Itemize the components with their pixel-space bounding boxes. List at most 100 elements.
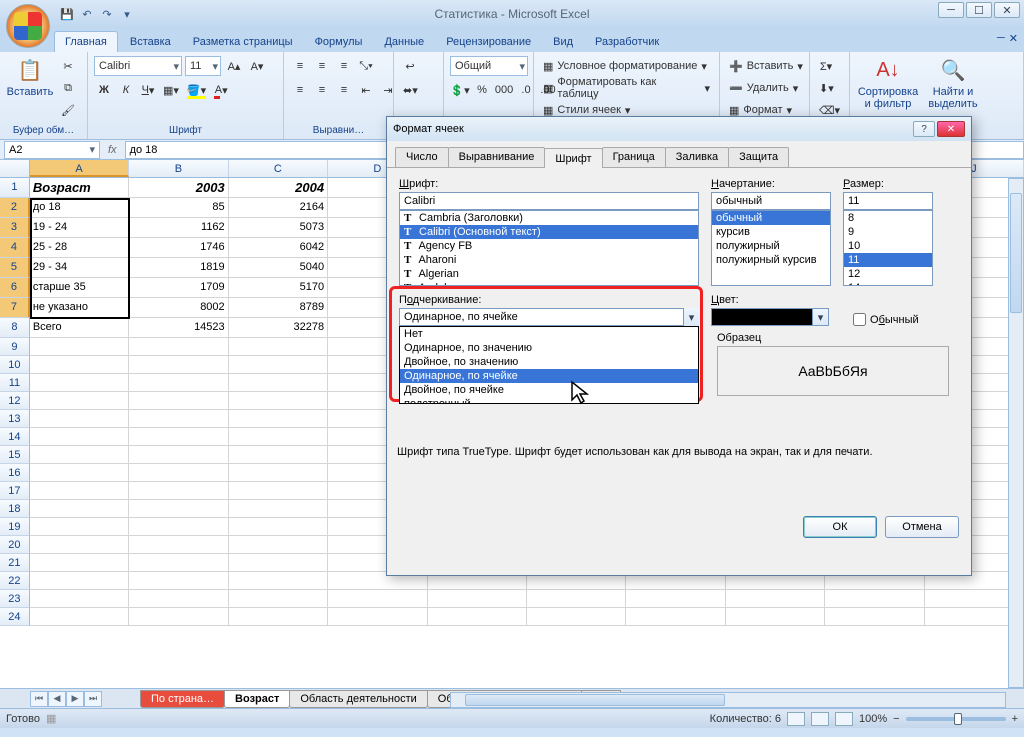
row-header[interactable]: 6 (0, 278, 30, 298)
cell[interactable] (30, 500, 129, 518)
cell[interactable] (129, 500, 228, 518)
cell[interactable] (30, 356, 129, 374)
row-header[interactable]: 8 (0, 318, 30, 338)
cell[interactable] (229, 338, 328, 356)
row-header[interactable]: 20 (0, 536, 30, 554)
cell[interactable] (229, 536, 328, 554)
cell[interactable] (527, 608, 626, 626)
row-header[interactable]: 9 (0, 338, 30, 356)
zoom-out-icon[interactable]: − (893, 713, 899, 725)
list-item[interactable]: T Algerian (400, 267, 698, 281)
cell[interactable] (30, 464, 129, 482)
cell[interactable] (229, 356, 328, 374)
cell[interactable] (428, 608, 527, 626)
dropdown-item[interactable]: Одинарное, по значению (400, 341, 698, 355)
cell[interactable] (229, 446, 328, 464)
row-header[interactable]: 2 (0, 198, 30, 218)
cell[interactable] (129, 608, 228, 626)
font-size-combo[interactable]: 11▾ (185, 56, 221, 76)
underline-dropdown-list[interactable]: НетОдинарное, по значениюДвойное, по зна… (399, 326, 699, 404)
cell[interactable] (229, 482, 328, 500)
cut-icon[interactable]: ✂ (58, 56, 78, 76)
cell[interactable] (129, 428, 228, 446)
cell[interactable]: Всего (30, 318, 129, 338)
cell[interactable] (30, 482, 129, 500)
cell[interactable] (229, 608, 328, 626)
wrap-text-icon[interactable]: ↩ (400, 56, 420, 76)
cell[interactable] (30, 446, 129, 464)
insert-cell-button[interactable]: ➕ Вставить ▾ (726, 56, 803, 76)
cell[interactable] (229, 572, 328, 590)
cell[interactable] (129, 518, 228, 536)
merge-center-icon[interactable]: ⬌▾ (400, 80, 421, 100)
list-item[interactable]: 12 (844, 267, 932, 281)
indent-dec-icon[interactable]: ⇤ (356, 80, 376, 100)
col-header[interactable]: C (229, 160, 328, 177)
cell[interactable] (129, 536, 228, 554)
row-header[interactable]: 22 (0, 572, 30, 590)
cell[interactable] (229, 374, 328, 392)
align-bottom-icon[interactable]: ≡ (334, 56, 354, 76)
tab-view[interactable]: Вид (543, 32, 583, 52)
cell[interactable]: 32278 (229, 318, 328, 338)
sort-filter-button[interactable]: A↓ Сортировка и фильтр (856, 56, 920, 110)
row-header[interactable]: 15 (0, 446, 30, 464)
list-item[interactable]: 11 (844, 253, 932, 267)
view-normal-icon[interactable] (787, 712, 805, 726)
cell[interactable] (328, 608, 427, 626)
cell[interactable] (30, 536, 129, 554)
cell[interactable] (229, 518, 328, 536)
cell[interactable] (129, 338, 228, 356)
cell[interactable]: 5170 (229, 278, 328, 298)
cell[interactable] (129, 590, 228, 608)
cell[interactable]: 1162 (129, 218, 228, 238)
cell[interactable]: 14523 (129, 318, 228, 338)
underline-combo[interactable]: ▾ НетОдинарное, по значениюДвойное, по з… (399, 308, 699, 326)
size-list[interactable]: 8910111214 (843, 210, 933, 286)
cell[interactable] (229, 554, 328, 572)
list-item[interactable]: 8 (844, 211, 932, 225)
cell[interactable] (129, 554, 228, 572)
fill-icon[interactable]: ⬇▾ (816, 78, 837, 98)
view-layout-icon[interactable] (811, 712, 829, 726)
tab-insert[interactable]: Вставка (120, 32, 181, 52)
list-item[interactable]: полужирный (712, 239, 830, 253)
cell[interactable] (30, 572, 129, 590)
cell[interactable]: 2164 (229, 198, 328, 218)
row-header[interactable]: 17 (0, 482, 30, 500)
list-item[interactable]: 10 (844, 239, 932, 253)
cell[interactable] (825, 608, 924, 626)
italic-button[interactable]: К (116, 80, 136, 100)
fill-color-button[interactable]: 🪣▾ (184, 80, 209, 100)
style-list[interactable]: обычныйкурсивполужирныйполужирный курсив (711, 210, 831, 286)
orientation-icon[interactable]: ⤡▾ (356, 56, 376, 76)
comma-icon[interactable]: 000 (494, 80, 514, 100)
row-header[interactable]: 3 (0, 218, 30, 238)
font-color-button[interactable]: A▾ (211, 80, 231, 100)
vertical-scrollbar[interactable] (1008, 178, 1024, 688)
tab-formulas[interactable]: Формулы (305, 32, 373, 52)
cell[interactable]: Возраст (30, 178, 129, 198)
cell[interactable] (527, 590, 626, 608)
col-header[interactable]: A (30, 160, 129, 177)
conditional-format-button[interactable]: ▦ Условное форматирование ▾ (540, 56, 713, 76)
list-item[interactable]: обычный (712, 211, 830, 225)
autosum-icon[interactable]: Σ▾ (816, 56, 836, 76)
list-item[interactable]: T Aharoni (400, 253, 698, 267)
delete-cell-button[interactable]: ➖ Удалить ▾ (726, 78, 803, 98)
cell[interactable] (229, 590, 328, 608)
row-header[interactable]: 7 (0, 298, 30, 318)
row-header[interactable]: 13 (0, 410, 30, 428)
dec-inc-icon[interactable]: .0 (516, 80, 536, 100)
cell[interactable] (30, 428, 129, 446)
list-item[interactable]: T Cambria (Заголовки) (400, 211, 698, 225)
cell[interactable]: 6042 (229, 238, 328, 258)
underline-button[interactable]: Ч▾ (138, 80, 158, 100)
cell[interactable] (129, 410, 228, 428)
cell[interactable] (30, 608, 129, 626)
font-name-input[interactable] (399, 192, 699, 210)
bold-button[interactable]: Ж (94, 80, 114, 100)
row-header[interactable]: 19 (0, 518, 30, 536)
fx-icon[interactable]: fx (108, 144, 117, 156)
align-right-icon[interactable]: ≡ (334, 80, 354, 100)
